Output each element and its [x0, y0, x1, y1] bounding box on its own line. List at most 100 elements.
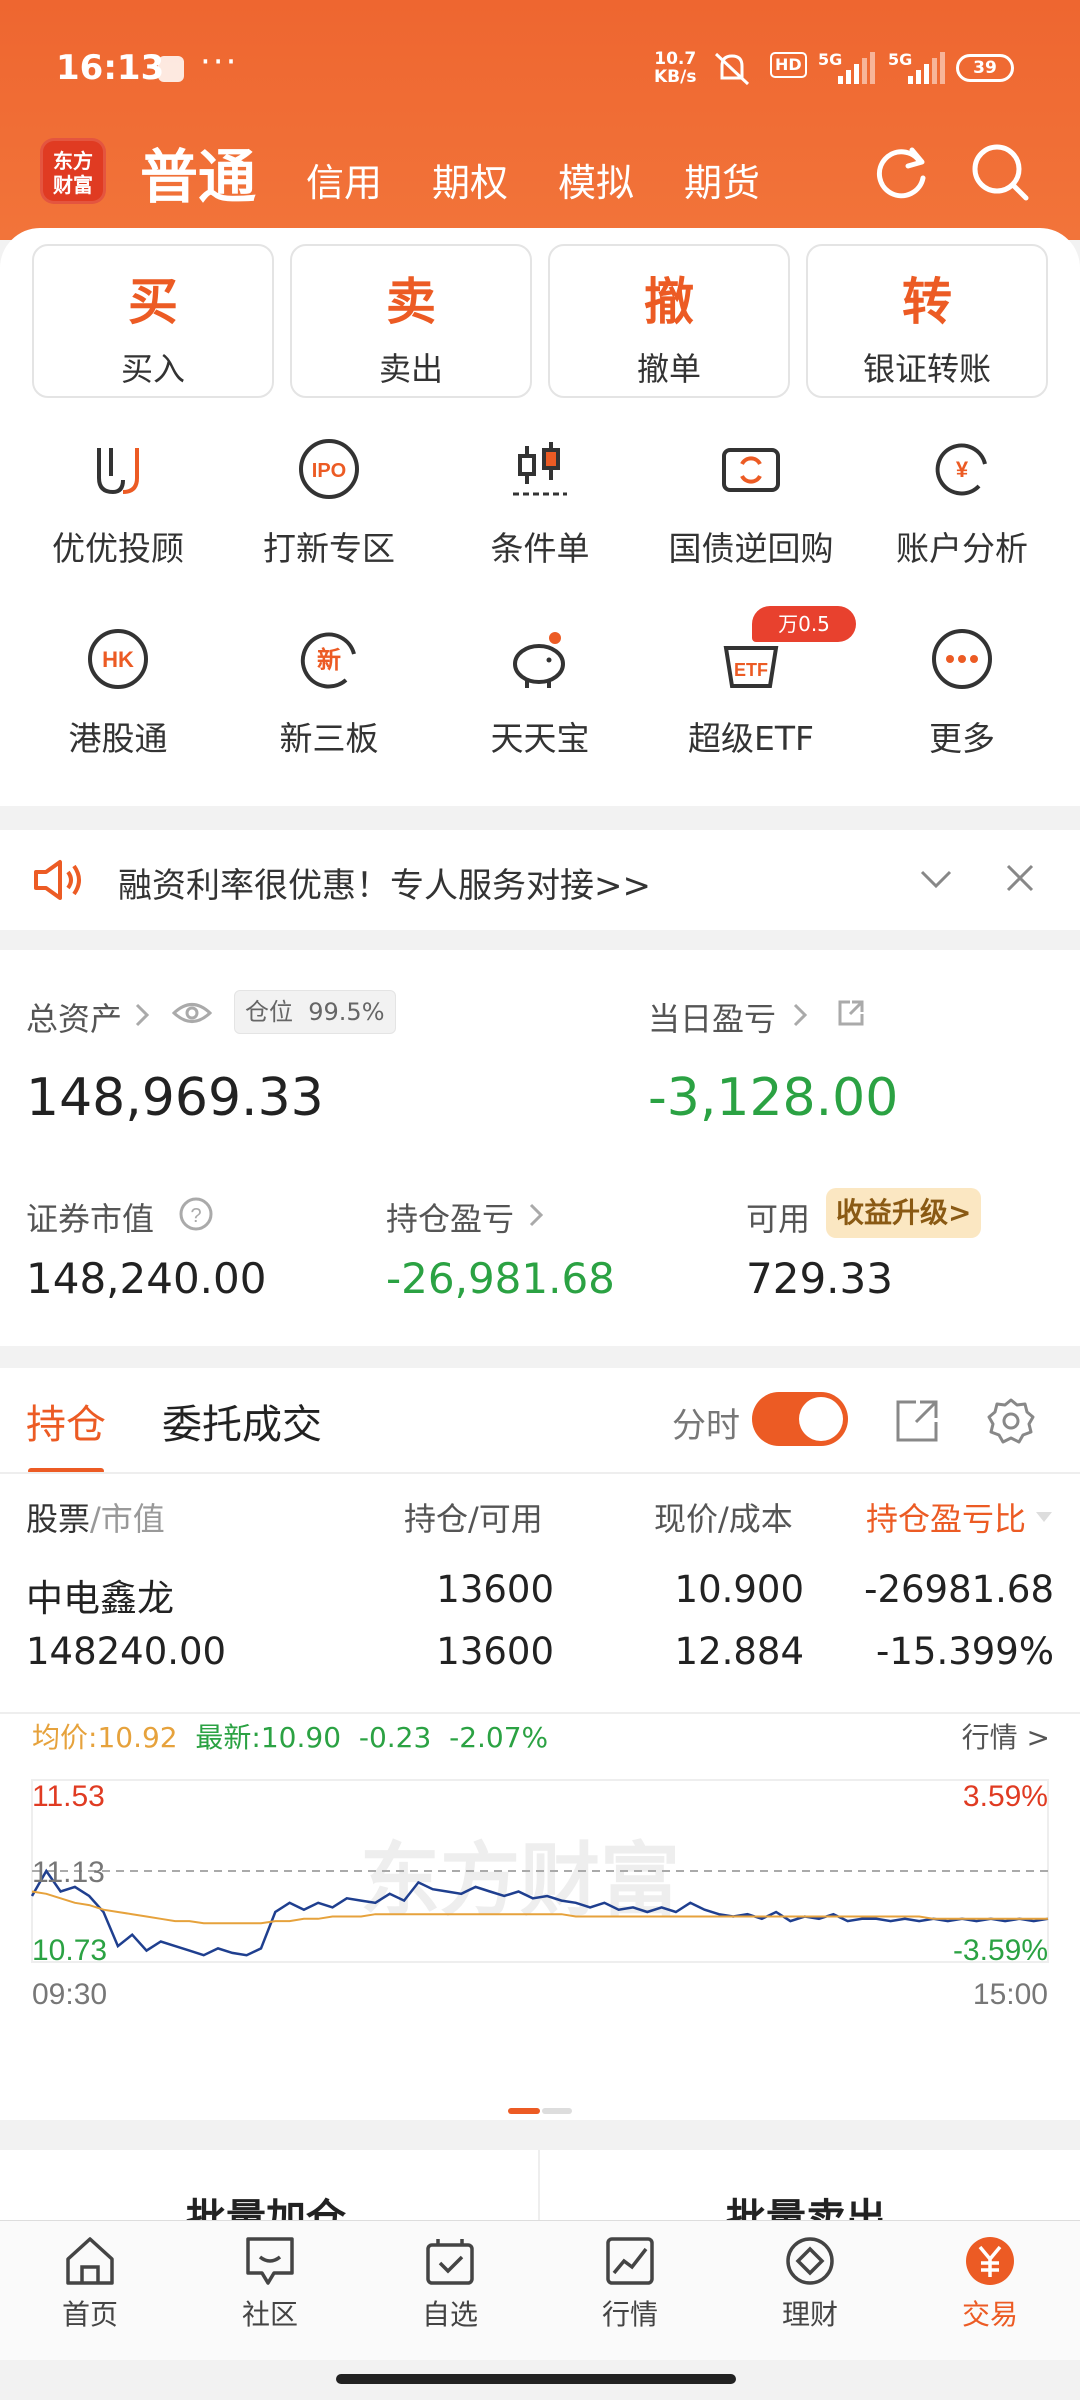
super-etf-label: 超级ETF	[688, 719, 814, 758]
transfer-big-char: 转	[902, 273, 952, 331]
col-stock-header[interactable]: 股票/市值	[26, 1494, 165, 1540]
sort-down-icon	[1036, 1512, 1052, 1522]
home-icon	[66, 2237, 114, 2285]
eye-icon[interactable]	[172, 1000, 212, 1026]
promo-notice-bar[interactable]: 融资利率很优惠！专人服务对接>>	[0, 830, 1080, 930]
col-holding-available[interactable]: 持仓/可用	[404, 1494, 543, 1540]
tab-normal[interactable]: 普通	[140, 130, 256, 214]
tab-options[interactable]: 期权	[432, 152, 508, 207]
nav-trade[interactable]: 交易	[930, 2235, 1050, 2333]
tab-simulate[interactable]: 模拟	[558, 152, 634, 207]
col-price-cost[interactable]: 现价/成本	[654, 1494, 793, 1540]
market-value-value: 148,240.00	[26, 1254, 267, 1303]
chevron-right-icon	[529, 1203, 544, 1227]
net-speed-unit: KB/s	[654, 67, 697, 87]
price-change-pct: -2.07%	[449, 1721, 549, 1754]
conditional-order-entry[interactable]: 条件单	[440, 434, 640, 570]
cancel-label: 撤单	[636, 350, 701, 388]
promo-notice-text: 融资利率很优惠！专人服务对接>>	[118, 866, 651, 906]
positions-panel: 持仓 委托成交 分时 股票/市值 持仓/可用 现价/成本 持仓盈亏比 中电鑫龙 …	[0, 1368, 1080, 2120]
time-start-label: 09:30	[32, 1978, 107, 2011]
nav-market-label: 行情	[601, 2298, 658, 2331]
advisor-entry[interactable]: 优优投顾	[18, 434, 218, 570]
account-analysis-entry[interactable]: ¥ 账户分析	[862, 434, 1062, 570]
col-stock: 股票	[26, 1500, 91, 1538]
header-bar: 16:13 ··· 10.7 KB/s HD 5G 5G 39 东方 财富 普通 信…	[0, 0, 1080, 240]
intraday-label: 分时	[672, 1406, 740, 1446]
buy-label: 买入	[120, 350, 185, 388]
trade-yen-icon	[966, 2237, 1014, 2285]
nav-watchlist[interactable]: 自选	[390, 2235, 510, 2333]
notification-app-icon	[158, 56, 184, 82]
chevron-down-icon[interactable]	[918, 866, 954, 892]
svg-text:?: ?	[190, 1205, 201, 1227]
buy-button[interactable]: 买 买入	[32, 244, 274, 398]
position-pnl: -26981.68	[864, 1568, 1054, 1611]
status-bar: 16:13 ··· 10.7 KB/s HD 5G 5G 39	[0, 0, 1080, 130]
hk-connect-label: 港股通	[68, 719, 168, 758]
ipo-icon: IPO	[299, 439, 359, 499]
advisor-icon	[97, 448, 139, 495]
tiantianbao-entry[interactable]: 天天宝	[440, 624, 640, 760]
sell-button[interactable]: 卖 卖出	[290, 244, 532, 398]
daily-pnl-label[interactable]: 当日盈亏	[648, 994, 776, 1040]
nav-market[interactable]: 行情	[570, 2235, 690, 2333]
close-icon[interactable]	[1004, 862, 1036, 894]
reverse-repo-entry[interactable]: 国债逆回购	[651, 434, 851, 570]
divider	[538, 2150, 540, 2230]
nav-community[interactable]: 社区	[210, 2235, 330, 2333]
avg-price-label: 均价:	[32, 1721, 98, 1754]
page-indicator	[508, 2108, 572, 2114]
nav-wealth-label: 理财	[781, 2298, 838, 2331]
market-detail-link[interactable]: 行情 >	[962, 1716, 1050, 1756]
tab-futures[interactable]: 期货	[684, 152, 760, 207]
yield-upgrade-button[interactable]: 收益升级>	[826, 1188, 982, 1238]
nav-wealth[interactable]: 理财	[750, 2235, 870, 2333]
etf-fee-badge: 万0.5	[752, 606, 856, 642]
intraday-mini-chart[interactable]: 均价:10.92 最新:10.90 -0.23 -2.07% 行情 > 东方财富…	[0, 1708, 1080, 2068]
total-assets-label[interactable]: 总资产	[26, 994, 122, 1040]
position-value: 99.5%	[308, 998, 385, 1026]
reverse-repo-icon	[722, 448, 780, 492]
col-pnl-ratio[interactable]: 持仓盈亏比	[866, 1494, 1026, 1540]
batch-actions: 批量加仓 批量卖出	[0, 2150, 1080, 2230]
help-icon[interactable]: ?	[178, 1196, 214, 1232]
tab-holdings[interactable]: 持仓	[26, 1392, 106, 1450]
advisor-label: 优优投顾	[52, 529, 184, 568]
home-indicator	[336, 2374, 736, 2384]
total-assets-value: 148,969.33	[26, 1068, 324, 1128]
nav-home[interactable]: 首页	[30, 2235, 150, 2333]
ipo-entry[interactable]: IPO 打新专区	[229, 434, 429, 570]
more-label: 更多	[929, 719, 995, 758]
neeq-entry[interactable]: 新 新三板	[229, 624, 429, 760]
bank-transfer-button[interactable]: 转 银证转账	[806, 244, 1048, 398]
share-icon[interactable]	[836, 998, 866, 1028]
signal-bars-icon-2	[908, 52, 945, 84]
stock-market-value: 148240.00	[26, 1630, 227, 1673]
search-icon[interactable]	[968, 140, 1034, 206]
net-speed: 10.7 KB/s	[654, 50, 696, 86]
more-entry[interactable]: 更多	[862, 624, 1062, 760]
nav-home-label: 首页	[61, 2298, 118, 2331]
nav-community-label: 社区	[241, 2298, 298, 2331]
hk-connect-entry[interactable]: HK 港股通	[18, 624, 218, 760]
trade-menu-card: 买 买入 卖 卖出 撤 撤单 转 银证转账 优优投顾 IPO 打新专区 条件单 …	[0, 228, 1080, 806]
holding-pnl-label[interactable]: 持仓盈亏	[386, 1194, 514, 1240]
intraday-toggle[interactable]	[752, 1392, 848, 1446]
export-icon[interactable]	[894, 1398, 940, 1444]
tab-credit[interactable]: 信用	[306, 152, 382, 207]
daily-pnl-value: -3,128.00	[648, 1068, 899, 1128]
candlestick-icon	[513, 442, 567, 496]
nav-watchlist-label: 自选	[421, 2298, 478, 2331]
chevron-right-icon	[135, 1003, 150, 1027]
settings-gear-icon[interactable]	[986, 1396, 1036, 1446]
tiantianbao-label: 天天宝	[490, 719, 590, 758]
available-qty: 13600	[436, 1630, 554, 1673]
logo-line-2: 财富	[53, 173, 93, 197]
cancel-order-button[interactable]: 撤 撤单	[548, 244, 790, 398]
refresh-icon[interactable]	[868, 140, 934, 206]
super-etf-entry[interactable]: ETF 超级ETF	[651, 624, 851, 760]
neeq-icon: 新	[300, 632, 356, 689]
tab-orders-trades[interactable]: 委托成交	[162, 1392, 322, 1450]
position-row[interactable]: 中电鑫龙 148240.00 13600 13600 10.900 12.884…	[0, 1568, 1080, 1698]
